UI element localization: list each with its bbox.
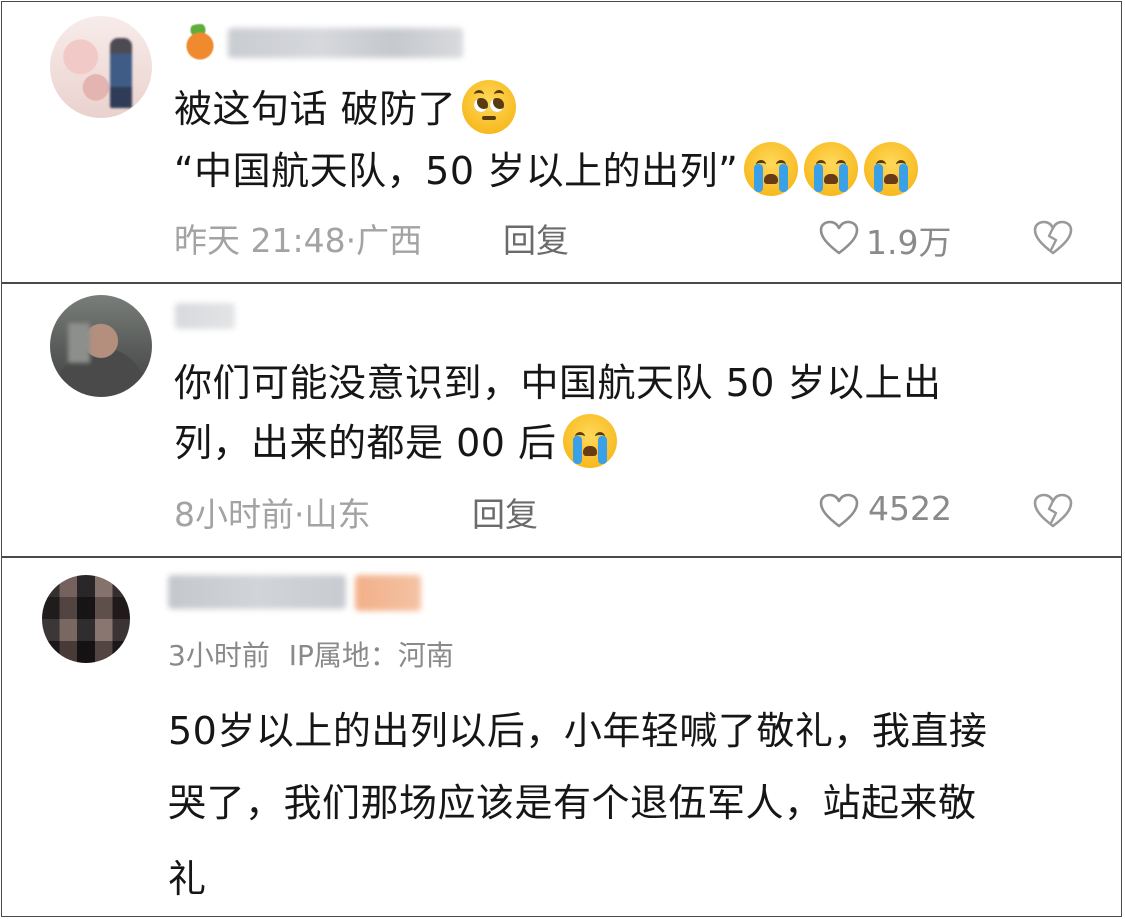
avatar[interactable] (42, 575, 130, 663)
like-count: 1.9万 (866, 223, 952, 262)
username-blurred[interactable] (228, 28, 463, 58)
avatar[interactable] (50, 295, 152, 397)
reply-button[interactable]: 回复 (503, 214, 569, 262)
username-blurred[interactable] (175, 303, 235, 329)
like-count: 4522 (868, 489, 952, 528)
username-blurred[interactable] (168, 575, 346, 609)
comment-meta: 昨天 21:48·广西 (174, 214, 422, 262)
comment-text-line: 列，出来的都是 00 后 (174, 412, 617, 468)
comment-feed: 被这句话 破防了 “中国航天队，50 岁以上的出列” 昨天 21:48·广西 回… (0, 0, 1125, 919)
avatar[interactable] (50, 16, 152, 118)
comment-time: 3小时前 (168, 639, 270, 672)
loudly-crying-face-emoji (864, 142, 919, 196)
comment-text-line: 你们可能没意识到，中国航天队 50 岁以上出 (174, 361, 942, 405)
separator: · (294, 495, 305, 534)
broken-heart-icon[interactable] (1033, 220, 1073, 256)
comment-text-line: 50岁以上的出列以后，小年轻喊了敬礼，我直接 (168, 709, 988, 753)
comment-time: 8小时前 (174, 495, 294, 534)
heart-outline-icon[interactable] (819, 220, 859, 256)
comment-text-line: 礼 (168, 857, 207, 901)
comment-meta: 8小时前·山东 (174, 488, 371, 536)
loudly-crying-face-emoji (804, 142, 859, 196)
comment-location: 河南 (397, 639, 454, 672)
comment-time: 昨天 21:48 (174, 221, 346, 260)
comment-text-line: 哭了，我们那场应该是有个退伍军人，站起来敬 (168, 781, 977, 825)
comment-meta: 3小时前 IP属地：河南 (168, 634, 454, 674)
user-badge-icon (355, 575, 421, 611)
comment-location: 山东 (304, 495, 371, 534)
broken-heart-icon[interactable] (1033, 493, 1073, 529)
comment-text-line: “中国航天队，50 岁以上的出列” (174, 140, 919, 196)
loudly-crying-face-emoji (562, 414, 617, 468)
user-badge-icon (180, 24, 220, 64)
comment-location: 广西 (356, 221, 423, 260)
heart-outline-icon[interactable] (819, 493, 859, 529)
pleading-face-emoji (462, 80, 517, 134)
comment-text-line: 被这句话 破防了 (174, 78, 517, 134)
ip-label: IP属地： (288, 639, 398, 672)
reply-button[interactable]: 回复 (472, 488, 538, 536)
loudly-crying-face-emoji (744, 142, 799, 196)
separator: · (345, 221, 357, 260)
